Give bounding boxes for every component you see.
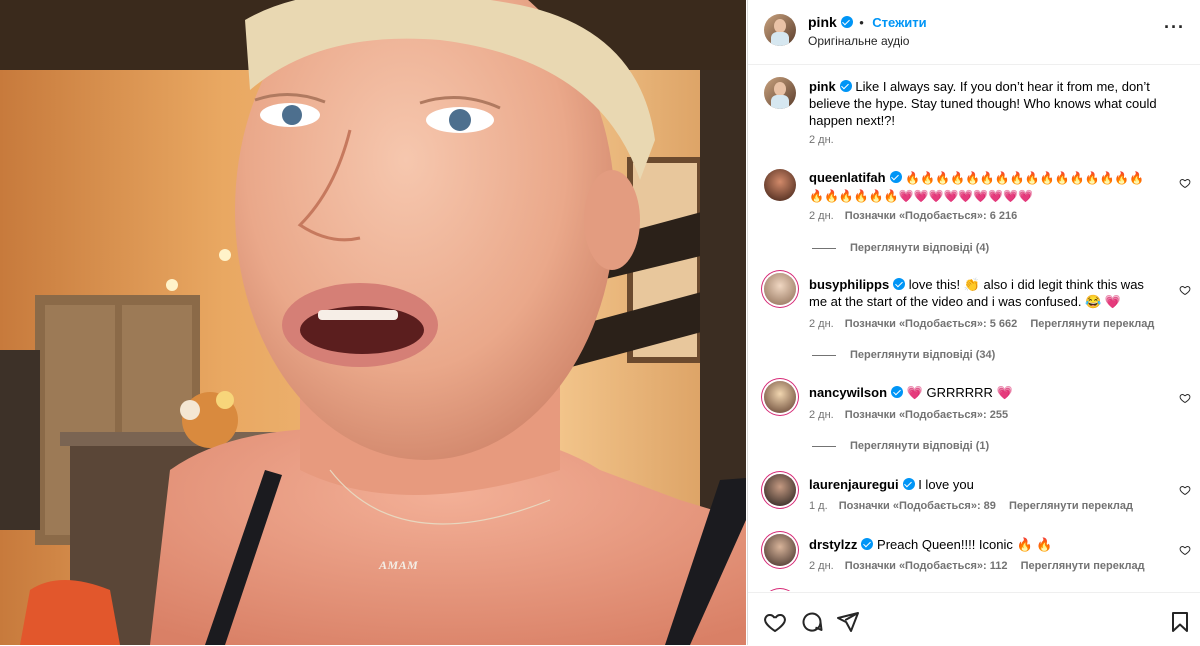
comment-time[interactable]: 2 дн.: [809, 210, 834, 222]
comment-likes[interactable]: Позначки «Подобається»: 255: [845, 409, 1008, 421]
comment-likes[interactable]: Позначки «Подобається»: 89: [839, 500, 996, 512]
caption-text: Like I always say. If you don’t hear it …: [809, 79, 1157, 128]
comment-username[interactable]: drstylzz: [809, 537, 857, 552]
translate-button[interactable]: Переглянути переклад: [1030, 318, 1154, 330]
comment-likes[interactable]: Позначки «Подобається»: 6 216: [845, 210, 1017, 222]
more-options-icon[interactable]: ···: [1164, 18, 1185, 36]
avatar[interactable]: [764, 14, 796, 46]
comment-meta: 1 д. Позначки «Подобається»: 89 Переглян…: [809, 500, 1133, 512]
comment-text: 🔥🔥🔥🔥🔥🔥🔥🔥🔥🔥🔥🔥🔥🔥🔥🔥: [905, 171, 1145, 185]
comment-meta: 2 дн. Позначки «Подобається»: 5 662 Пере…: [809, 318, 1154, 330]
avatar[interactable]: [764, 77, 796, 109]
comment-time[interactable]: 2 дн.: [809, 409, 834, 421]
verified-badge-icon: [891, 386, 904, 398]
heart-icon[interactable]: [1179, 484, 1191, 496]
comment-username[interactable]: nancywilson: [809, 385, 887, 400]
comment: busyphilipps love this! 👏 also i did leg…: [809, 276, 1159, 310]
comment-text: I love you: [918, 477, 974, 492]
verified-badge-icon: [840, 16, 853, 28]
view-replies-button[interactable]: Переглянути відповіді (34): [812, 349, 995, 361]
comment-meta: 2 дн. Позначки «Подобається»: 112 Перегл…: [809, 560, 1145, 572]
necklace-text: AMAM: [379, 558, 419, 572]
avatar[interactable]: [764, 534, 796, 566]
view-replies-label[interactable]: Переглянути відповіді (4): [850, 242, 989, 254]
replies-line: [812, 354, 836, 356]
heart-icon[interactable]: [1179, 284, 1191, 296]
bookmark-icon[interactable]: [1168, 610, 1192, 634]
comment: laurenjauregui I love you: [809, 476, 1159, 493]
caption-username[interactable]: pink: [809, 79, 836, 94]
avatar[interactable]: [764, 381, 796, 413]
verified-badge-icon: [893, 278, 906, 290]
post-caption: pink Like I always say. If you don’t hea…: [809, 78, 1159, 129]
comment-icon[interactable]: [800, 610, 824, 634]
comment: drstylzz Preach Queen!!!! Iconic 🔥 🔥: [809, 536, 1159, 553]
comment-username[interactable]: laurenjauregui: [809, 477, 899, 492]
verified-badge-icon: [902, 478, 915, 490]
comment-time[interactable]: 2 дн.: [809, 560, 834, 572]
replies-line: [812, 247, 836, 249]
comment-likes[interactable]: Позначки «Подобається»: 112: [845, 560, 1008, 572]
author-username[interactable]: pink: [808, 14, 837, 30]
video-frame: [0, 0, 746, 645]
caption-time[interactable]: 2 дн.: [809, 134, 834, 146]
follow-button[interactable]: Стежити: [872, 15, 926, 30]
share-icon[interactable]: [836, 610, 860, 634]
view-replies-button[interactable]: Переглянути відповіді (1): [812, 440, 989, 452]
heart-icon[interactable]: [1179, 544, 1191, 556]
translate-button[interactable]: Переглянути переклад: [1021, 560, 1145, 572]
verified-badge-icon: [889, 171, 902, 183]
separator-dot: •: [859, 15, 864, 30]
post-video[interactable]: AMAM: [0, 0, 746, 645]
comment: queenlatifah 🔥🔥🔥🔥🔥🔥🔥🔥🔥🔥🔥🔥🔥🔥🔥🔥 🔥🔥🔥🔥🔥🔥💗💗💗💗…: [809, 169, 1159, 205]
comment-meta: 2 дн. Позначки «Подобається»: 255: [809, 409, 1008, 421]
verified-badge-icon: [861, 538, 874, 550]
view-replies-label[interactable]: Переглянути відповіді (34): [850, 349, 995, 361]
heart-icon[interactable]: [763, 610, 787, 634]
heart-icon[interactable]: [1179, 392, 1191, 404]
action-bar: [748, 592, 1200, 646]
comment-likes[interactable]: Позначки «Подобається»: 5 662: [845, 318, 1017, 330]
avatar[interactable]: [764, 474, 796, 506]
view-replies-button[interactable]: Переглянути відповіді (4): [812, 242, 989, 254]
comment-time[interactable]: 1 д.: [809, 500, 828, 512]
translate-button[interactable]: Переглянути переклад: [1009, 500, 1133, 512]
avatar[interactable]: [764, 273, 796, 305]
heart-icon[interactable]: [1179, 177, 1191, 189]
verified-badge-icon: [839, 80, 852, 92]
comment: nancywilson 💗 GRRRRRR 💗: [809, 384, 1159, 401]
post-sidebar: pink • Стежити Оригінальне аудіо ··· pin…: [747, 0, 1200, 645]
comments-list[interactable]: pink Like I always say. If you don’t hea…: [748, 65, 1200, 591]
comment-meta: 2 дн. Позначки «Подобається»: 6 216: [809, 210, 1017, 222]
audio-label[interactable]: Оригінальне аудіо: [808, 34, 909, 48]
post-header: pink • Стежити Оригінальне аудіо ···: [748, 0, 1200, 65]
replies-line: [812, 445, 836, 447]
comment-time[interactable]: 2 дн.: [809, 318, 834, 330]
comment-username[interactable]: queenlatifah: [809, 170, 886, 185]
comment-text: 💗 GRRRRRR 💗: [906, 385, 1013, 400]
comment-username[interactable]: busyphilipps: [809, 277, 889, 292]
avatar[interactable]: [764, 169, 796, 201]
comment-text-continued: 🔥🔥🔥🔥🔥🔥💗💗💗💗💗💗💗💗💗: [809, 189, 1034, 203]
view-replies-label[interactable]: Переглянути відповіді (1): [850, 440, 989, 452]
comment-text: Preach Queen!!!! Iconic 🔥 🔥: [877, 537, 1053, 552]
